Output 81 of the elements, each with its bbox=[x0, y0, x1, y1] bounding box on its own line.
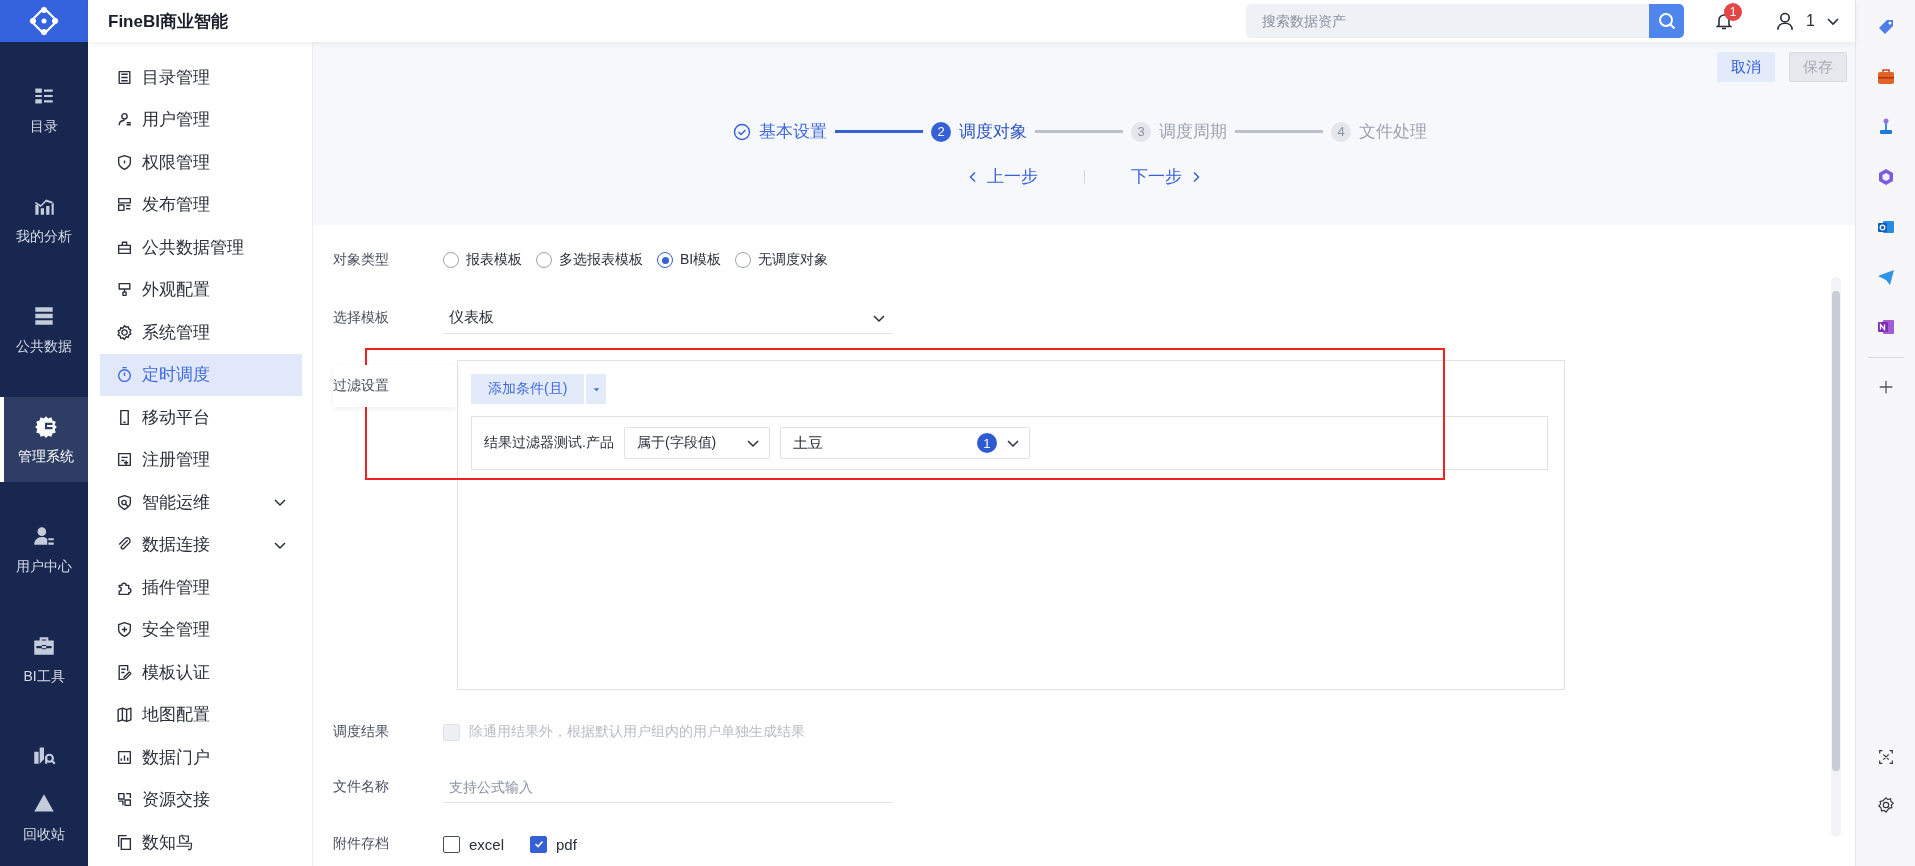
sidebar-item[interactable]: 插件管理 bbox=[100, 566, 302, 609]
step-item: 基本设置 bbox=[733, 120, 827, 143]
sidebar-item[interactable]: 数据门户 bbox=[100, 736, 302, 779]
shield-plus-icon bbox=[116, 621, 133, 639]
sidebar-item[interactable]: 地图配置 bbox=[100, 693, 302, 736]
briefcase-icon bbox=[116, 238, 133, 256]
copy-icon bbox=[116, 833, 133, 851]
notebook-app-icon[interactable] bbox=[1875, 317, 1896, 337]
nav-rail-item[interactable]: 目录 bbox=[0, 67, 88, 152]
radio-option[interactable]: 报表模板 bbox=[443, 251, 522, 269]
field-label: 附件存档 bbox=[333, 835, 390, 853]
sidebar-item[interactable]: 权限管理 bbox=[100, 141, 302, 184]
caret-down-icon bbox=[592, 385, 600, 393]
app-title: FineBI商业智能 bbox=[108, 10, 229, 33]
toolbox-icon[interactable] bbox=[1875, 67, 1896, 87]
template-select[interactable]: 仪表板 bbox=[443, 302, 893, 334]
chart-box-icon bbox=[116, 748, 133, 766]
nav-rail-item[interactable]: 用户中心 bbox=[0, 507, 88, 592]
squares-icon bbox=[116, 791, 133, 809]
previous-step-link[interactable]: 上一步 bbox=[966, 165, 1038, 188]
operator-select[interactable]: 属于(字段值) bbox=[623, 427, 770, 459]
sidebar-item[interactable]: 公共数据管理 bbox=[100, 226, 302, 269]
step-item: 3 调度周期 bbox=[1131, 120, 1227, 143]
field-label: 对象类型 bbox=[333, 251, 390, 269]
sidebar-item[interactable]: 定时调度 bbox=[100, 353, 302, 396]
sidebar-item[interactable]: 外观配置 bbox=[100, 268, 302, 311]
register-icon bbox=[116, 451, 133, 469]
search-icon bbox=[1656, 11, 1677, 31]
checkmark-icon bbox=[532, 838, 545, 850]
condition-field: 结果过滤器测试.产品 bbox=[484, 434, 614, 452]
layout-icon bbox=[116, 196, 133, 214]
settings-icon bbox=[116, 323, 133, 341]
checkbox-option[interactable]: pdf bbox=[530, 835, 577, 853]
radio-option[interactable]: BI模板 bbox=[657, 251, 722, 269]
shield-search-icon bbox=[116, 493, 133, 511]
sidebar-item[interactable]: 移动平台 bbox=[100, 396, 302, 439]
notification-count: 1 bbox=[1724, 3, 1743, 21]
sidebar-item[interactable]: 安全管理 bbox=[100, 608, 302, 651]
nav-rail-item[interactable]: 我的分析 bbox=[0, 177, 88, 262]
sidebar-item[interactable]: 数据连接 bbox=[100, 523, 302, 566]
list-icon bbox=[116, 68, 133, 86]
logo-icon[interactable] bbox=[0, 0, 88, 42]
screenshot-icon[interactable] bbox=[1876, 748, 1895, 766]
sidebar-item[interactable]: 模板认证 bbox=[100, 651, 302, 694]
field-label: 过滤设置 bbox=[333, 365, 457, 407]
field-label: 调度结果 bbox=[333, 723, 390, 741]
step-item: 2 调度对象 bbox=[931, 120, 1027, 143]
nav-rail-item[interactable]: 公共数据 bbox=[0, 287, 88, 372]
settings-icon[interactable] bbox=[1876, 796, 1895, 814]
sidebar-item[interactable]: 系统管理 bbox=[100, 311, 302, 354]
sidebar-item[interactable]: 数知鸟 bbox=[100, 821, 302, 864]
shield-icon bbox=[116, 153, 133, 171]
scrollbar[interactable] bbox=[1831, 277, 1841, 837]
field-label: 文件名称 bbox=[333, 778, 390, 796]
radio-option[interactable]: 无调度对象 bbox=[735, 251, 829, 269]
radio-option[interactable]: 多选报表模板 bbox=[536, 251, 643, 269]
nav-rail-item[interactable]: BI工具 bbox=[0, 617, 88, 702]
checkbox-option[interactable]: excel bbox=[443, 835, 505, 853]
user-icon bbox=[116, 111, 133, 129]
add-condition-button[interactable]: 添加条件(且) bbox=[471, 374, 585, 404]
sidebar-item[interactable]: 目录管理 bbox=[100, 56, 302, 99]
step-item: 4 文件处理 bbox=[1331, 120, 1427, 143]
value-select[interactable]: 土豆 1 bbox=[779, 427, 1030, 459]
nav-rail-item[interactable]: 回收站 bbox=[0, 778, 88, 856]
sidebar-item[interactable]: 用户管理 bbox=[100, 98, 302, 141]
action-button[interactable]: 取消 bbox=[1717, 52, 1775, 82]
stopwatch-icon bbox=[116, 366, 133, 384]
nav-rail-item[interactable]: 管理系统 bbox=[0, 397, 88, 482]
next-step-link[interactable]: 下一步 bbox=[1130, 165, 1202, 188]
sidebar-item[interactable]: 发布管理 bbox=[100, 183, 302, 226]
paint-roller-icon bbox=[116, 281, 133, 299]
sidebar-item[interactable]: 资源交接 bbox=[100, 778, 302, 821]
field-label: 选择模板 bbox=[333, 309, 390, 327]
document-pen-icon bbox=[116, 663, 133, 681]
sidebar-item[interactable]: 注册管理 bbox=[100, 438, 302, 481]
sidebar-item[interactable]: 智能运维 bbox=[100, 481, 302, 524]
user-name[interactable]: 1 bbox=[1806, 12, 1815, 30]
search-field[interactable]: 搜索数据资产 bbox=[1246, 4, 1650, 38]
check-circle-icon bbox=[733, 122, 751, 141]
search-button[interactable] bbox=[1649, 4, 1685, 38]
map-icon bbox=[116, 706, 133, 724]
